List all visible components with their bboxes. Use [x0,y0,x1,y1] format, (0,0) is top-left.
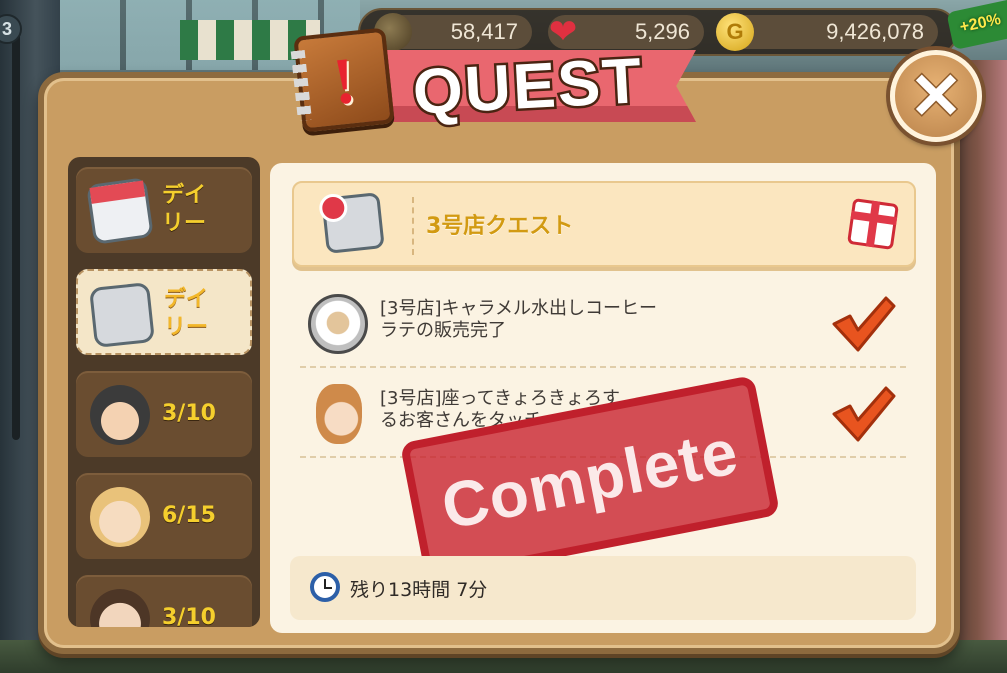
girl-face-icon [316,384,362,444]
dialog-title: QUEST [409,42,648,131]
time-remaining: 残り13時間 7分 [350,578,488,601]
checkmark-icon [832,296,896,352]
gold-coin-icon: G [716,13,754,51]
gift-reward-icon[interactable] [847,198,899,250]
tab-progress: 6/15 [162,503,216,528]
quest-task-text: [3号店]キャラメル水出しコーヒー ラテの販売完了 [380,298,657,341]
tab-character-dark-hair-man[interactable]: 3/10 [76,575,252,627]
daily-calendar-icon [86,177,154,245]
clock-icon [310,572,340,602]
daily-shop-icon [317,192,385,254]
close-button[interactable]: ✕ [890,50,982,142]
tab-progress: 3/10 [162,605,216,627]
tab-character-blond-man[interactable]: 6/15 [76,473,252,559]
blond-man-face-icon [90,487,150,547]
tab-label: デイ リー [162,183,207,236]
daily-shop-icon [89,282,155,348]
dark-hair-man-face-icon [90,589,150,627]
coffee-cup-icon [308,294,368,354]
tab-progress: 3/10 [162,401,216,426]
currency-points: 58,417 [374,13,532,51]
old-man-face-icon [90,385,150,445]
quest-header: 3号店クエスト [292,181,916,267]
currency-gold-value: 9,426,078 [826,19,924,44]
close-icon: ✕ [908,60,965,132]
tab-daily-shop[interactable]: デイ リー [76,269,252,355]
street-lamp [12,20,20,440]
quest-timer: 残り13時間 7分 [290,556,916,620]
quest-tab-list: デイ リー デイ リー 3/10 6/15 3/10 [68,157,260,627]
currency-points-value: 58,417 [450,19,518,44]
tab-daily-calendar[interactable]: デイ リー [76,167,252,253]
tab-label: デイ リー [164,287,209,340]
checkmark-icon [832,386,896,442]
complete-stamp-text: Complete [436,415,744,543]
tab-character-old-man[interactable]: 3/10 [76,371,252,457]
quest-title: 3号店クエスト [426,214,574,239]
currency-gold: G 9,426,078 [716,13,938,51]
quest-task-row: [3号店]キャラメル水出しコーヒー ラテの販売完了 [300,280,906,368]
